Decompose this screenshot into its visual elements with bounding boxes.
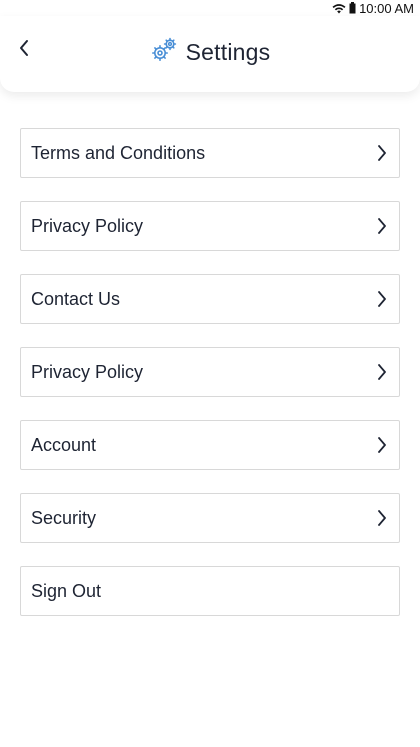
menu-item-label: Account — [31, 434, 97, 455]
page-title: Settings — [185, 39, 271, 65]
menu-item-label: Privacy Policy — [31, 215, 144, 236]
menu-item-label: Privacy Policy — [31, 361, 144, 382]
wifi-icon — [332, 3, 346, 14]
status-bar: 10:00 AM — [0, 0, 420, 16]
chevron-right-icon — [377, 509, 387, 527]
menu-item-privacy-policy-2[interactable]: Privacy Policy — [20, 347, 400, 397]
menu-item-label: Sign Out — [31, 580, 102, 601]
chevron-right-icon — [377, 436, 387, 454]
chevron-right-icon — [377, 144, 387, 162]
battery-icon — [349, 2, 356, 14]
sign-out-button[interactable]: Sign Out — [20, 566, 400, 616]
menu-item-terms-and-conditions[interactable]: Terms and Conditions — [20, 128, 400, 178]
menu-item-label: Security — [31, 507, 97, 528]
chevron-right-icon — [377, 217, 387, 235]
menu-item-security[interactable]: Security — [20, 493, 400, 543]
menu-item-label: Terms and Conditions — [31, 142, 206, 163]
menu-item-contact-us[interactable]: Contact Us — [20, 274, 400, 324]
status-time: 10:00 AM — [359, 0, 414, 16]
settings-menu: Terms and Conditions Privacy Policy Cont… — [20, 128, 400, 639]
chevron-right-icon — [377, 290, 387, 308]
menu-item-privacy-policy[interactable]: Privacy Policy — [20, 201, 400, 251]
menu-item-account[interactable]: Account — [20, 420, 400, 470]
page-title-group: Settings — [0, 36, 420, 69]
header: Settings — [0, 16, 420, 92]
chevron-right-icon — [377, 363, 387, 381]
menu-item-label: Contact Us — [31, 288, 121, 309]
gears-icon — [150, 36, 178, 69]
